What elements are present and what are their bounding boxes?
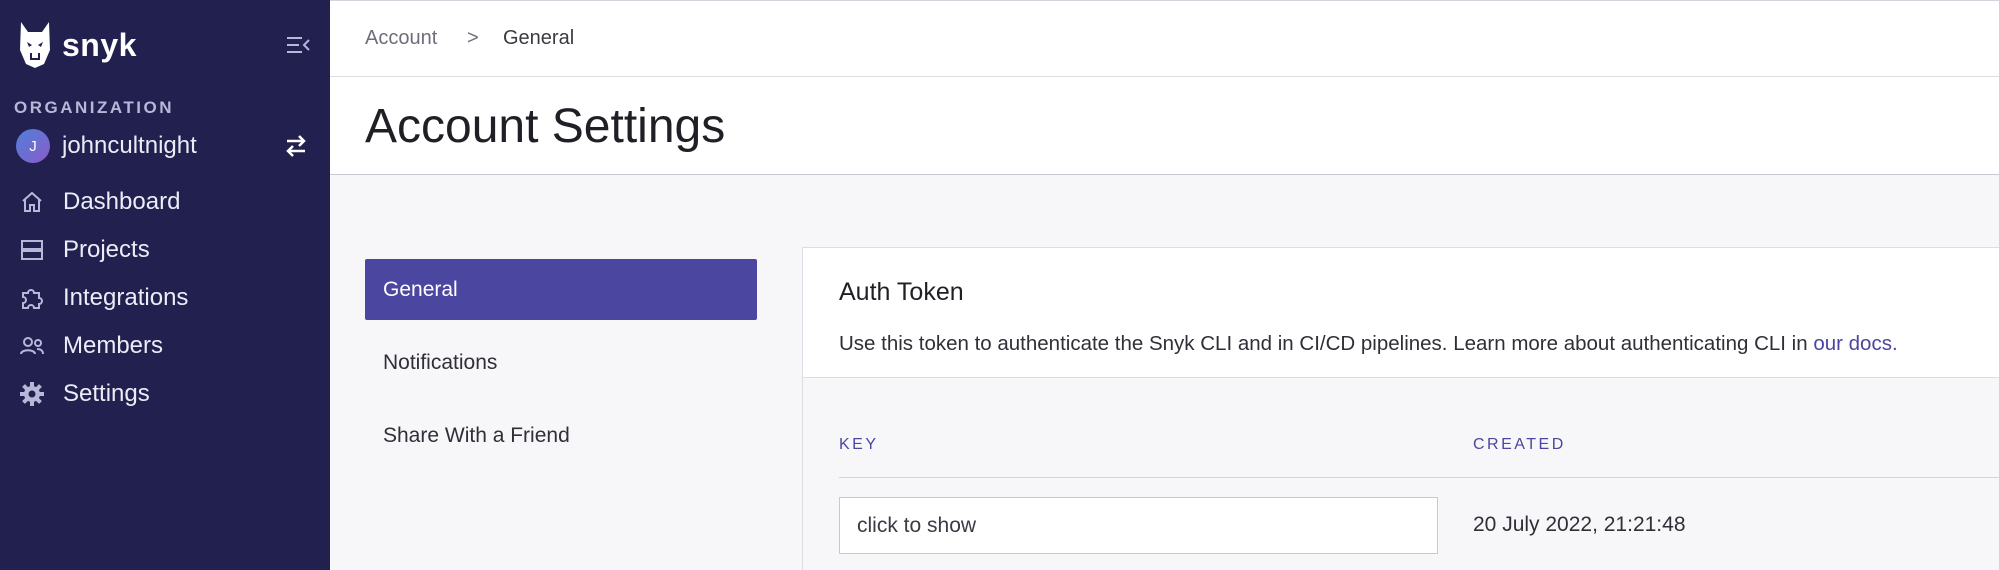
- settings-tab-general[interactable]: General: [365, 259, 757, 320]
- page-header: Account Settings: [330, 77, 1999, 175]
- settings-menu: General Notifications Share With a Frien…: [365, 259, 757, 478]
- organization-label: ORGANIZATION: [14, 98, 175, 117]
- token-created-date: 20 July 2022, 21:21:48: [1473, 513, 1686, 536]
- docs-link[interactable]: our docs.: [1813, 332, 1897, 355]
- sidebar-item-label: Dashboard: [63, 188, 181, 215]
- created-column-header: CREATED: [1473, 436, 1566, 453]
- sidebar-item-integrations[interactable]: Integrations: [0, 274, 330, 322]
- key-column-header: KEY: [839, 436, 879, 453]
- sidebar-item-settings[interactable]: Settings: [0, 370, 330, 418]
- auth-token-header: Auth Token Use this token to authenticat…: [803, 248, 1999, 378]
- sidebar-nav: Dashboard Projects Integrations Members …: [0, 178, 330, 418]
- org-avatar: J: [16, 129, 50, 163]
- switch-org-icon[interactable]: [282, 132, 310, 160]
- snyk-logo[interactable]: snyk: [18, 20, 137, 70]
- settings-tab-share-with-friend[interactable]: Share With a Friend: [365, 405, 757, 466]
- members-icon: [18, 332, 46, 360]
- collapse-sidebar-icon[interactable]: [285, 34, 311, 56]
- brand-name: snyk: [62, 26, 137, 63]
- snyk-dog-logo-icon: [20, 22, 50, 68]
- org-name: johncultnight: [62, 132, 197, 159]
- breadcrumb-separator: >: [467, 27, 479, 49]
- topbar: Account > General: [330, 0, 1999, 77]
- sidebar-item-label: Projects: [63, 236, 150, 263]
- auth-token-title: Auth Token: [839, 278, 964, 306]
- table-divider: [839, 477, 1999, 478]
- puzzle-icon: [18, 284, 46, 312]
- page-title: Account Settings: [365, 100, 726, 153]
- auth-token-description-text: Use this token to authenticate the Snyk …: [839, 332, 1814, 355]
- auth-token-key-field[interactable]: [839, 497, 1438, 554]
- sidebar-item-label: Members: [63, 332, 164, 359]
- breadcrumb-account[interactable]: Account: [365, 27, 437, 50]
- auth-token-description: Use this token to authenticate the Snyk …: [839, 332, 1898, 356]
- home-icon: [18, 188, 46, 216]
- sidebar-item-label: Settings: [63, 380, 150, 407]
- sidebar-item-members[interactable]: Members: [0, 322, 330, 370]
- settings-tab-notifications[interactable]: Notifications: [365, 332, 757, 393]
- sidebar-item-dashboard[interactable]: Dashboard: [0, 178, 330, 226]
- sidebar: snyk ORGANIZATION J johncultnight Dashbo…: [0, 0, 330, 570]
- gear-icon: [18, 380, 46, 408]
- sidebar-item-label: Integrations: [63, 284, 189, 311]
- projects-icon: [18, 236, 46, 264]
- org-switcher[interactable]: J johncultnight: [16, 128, 316, 164]
- sidebar-item-projects[interactable]: Projects: [0, 226, 330, 274]
- auth-token-card: Auth Token Use this token to authenticat…: [802, 247, 1999, 570]
- breadcrumb-general: General: [503, 27, 575, 49]
